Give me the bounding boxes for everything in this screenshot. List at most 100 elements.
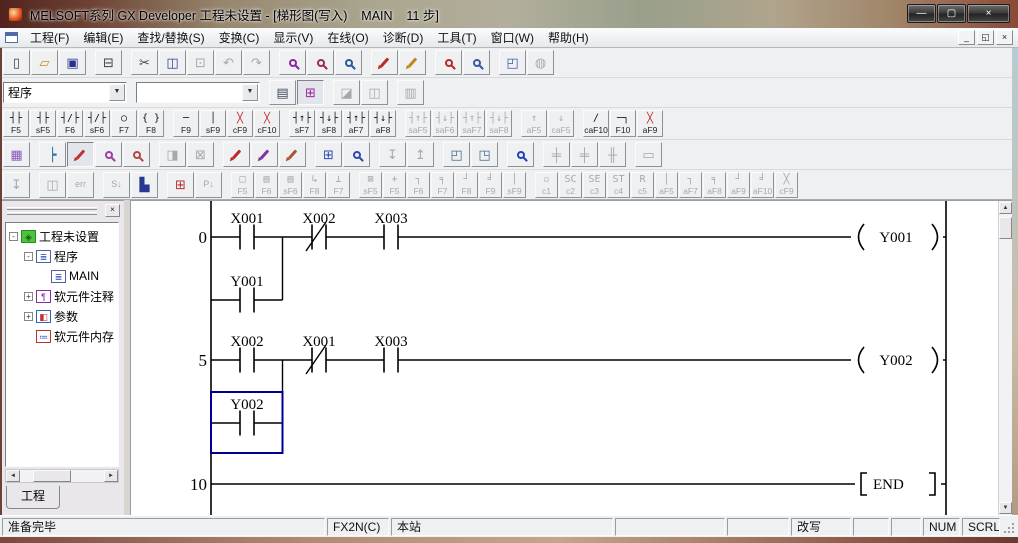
find-string-button[interactable] — [335, 50, 362, 75]
ladder-editor[interactable]: 0X001X002X003Y001Y0015X002X001X003Y002Y0… — [130, 200, 1012, 515]
zoom-button[interactable] — [463, 50, 490, 75]
application-instruction-button[interactable]: { }F8 — [138, 110, 164, 137]
open-button[interactable]: ▱ — [31, 50, 58, 75]
collapse-icon[interactable]: - — [9, 232, 18, 241]
child-minimize-button[interactable]: _ — [958, 30, 975, 45]
menu-convert[interactable]: 变换(C) — [212, 27, 267, 48]
menu-view[interactable]: 显示(V) — [266, 27, 320, 48]
delete-line-button[interactable]: ╳aF9 — [637, 110, 663, 137]
cut-button[interactable]: ✂ — [131, 50, 158, 75]
statement-write-button[interactable] — [251, 142, 278, 167]
save-button[interactable]: ▣ — [59, 50, 86, 75]
logic-test-start-button[interactable]: ▦ — [3, 142, 30, 167]
monitor-write-mode-button[interactable] — [123, 142, 150, 167]
sfc-block-button[interactable]: ▙ — [131, 172, 158, 198]
window-prev-button[interactable]: ◰ — [443, 142, 470, 167]
menu-window[interactable]: 窗口(W) — [484, 27, 541, 48]
menu-online[interactable]: 在线(O) — [320, 27, 375, 48]
title-bar[interactable]: MELSOFT系列 GX Developer 工程未设置 - [梯形图(写入) … — [0, 0, 1018, 28]
tree-horizontal-scrollbar[interactable]: ◄ ► — [5, 469, 119, 483]
project-data-list-button[interactable]: ▤ — [269, 80, 296, 105]
menu-find-replace[interactable]: 查找/替换(S) — [130, 27, 211, 48]
scroll-thumb[interactable] — [999, 217, 1012, 239]
child-restore-button[interactable]: ◱ — [977, 30, 994, 45]
find-button[interactable] — [279, 50, 306, 75]
closed-contact-button[interactable]: ┤/├F6 — [57, 110, 83, 137]
contact-X002[interactable]: X002 — [230, 334, 263, 373]
data-name-combo[interactable]: ▼ — [136, 82, 260, 103]
monitor-mode-button[interactable] — [95, 142, 122, 167]
find-device-button[interactable] — [307, 50, 334, 75]
tree-item-device-memory[interactable]: +≔软元件内存 — [6, 326, 118, 346]
write-mode-button[interactable] — [67, 142, 94, 167]
contact-X001[interactable]: X001 — [302, 334, 335, 374]
parallel-open-contact-button[interactable]: ┤├sF5 — [30, 110, 56, 137]
end-instruction[interactable]: END — [855, 473, 941, 495]
expand-icon[interactable]: + — [24, 292, 33, 301]
note-write-button[interactable] — [279, 142, 306, 167]
contact-X002[interactable]: X002 — [302, 211, 335, 251]
parallel-falling-pulse-button[interactable]: ┤↓├aF8 — [370, 110, 396, 137]
project-tree-toggle-button[interactable]: ⊞ — [297, 80, 324, 105]
read-mode-button[interactable]: ┝ — [39, 142, 66, 167]
sfc-block-list-button[interactable]: ⊞ — [167, 172, 194, 198]
open-contact-button[interactable]: ┤├F5 — [3, 110, 29, 137]
device-monitor-button[interactable] — [343, 142, 370, 167]
delete-horizontal-line-button[interactable]: ╳cF9 — [227, 110, 253, 137]
scroll-left-icon[interactable]: ◄ — [6, 470, 20, 482]
contact-Y001[interactable]: Y001 — [230, 274, 263, 313]
window-next-button[interactable]: ◳ — [471, 142, 498, 167]
combo-arrow-icon[interactable]: ▼ — [242, 84, 258, 101]
vertical-line-button[interactable]: │sF9 — [200, 110, 226, 137]
child-window-icon[interactable] — [5, 32, 18, 43]
comment-write-button[interactable] — [223, 142, 250, 167]
child-close-button[interactable]: × — [996, 30, 1013, 45]
comment-edit-button[interactable] — [371, 50, 398, 75]
new-button[interactable]: ▯ — [3, 50, 30, 75]
parallel-rising-pulse-button[interactable]: ┤↑├aF7 — [343, 110, 369, 137]
tree-item-program-folder[interactable]: -≣程序 — [6, 246, 118, 266]
menu-project[interactable]: 工程(F) — [23, 27, 76, 48]
draw-line-button[interactable]: ─┐F10 — [610, 110, 636, 137]
parallel-closed-contact-button[interactable]: ┤/├sF6 — [84, 110, 110, 137]
contact-Y002[interactable]: Y002 — [230, 397, 263, 436]
resize-grip[interactable] — [1002, 519, 1016, 535]
tree-item-parameter[interactable]: +◧参数 — [6, 306, 118, 326]
contact-X003[interactable]: X003 — [374, 334, 407, 373]
invert-result-button[interactable]: ∕caF10 — [583, 110, 609, 137]
project-tab[interactable]: 工程 — [6, 486, 60, 509]
close-button[interactable]: × — [967, 4, 1010, 23]
maximize-button[interactable]: ▢ — [937, 4, 966, 23]
window-switch-button[interactable]: ◰ — [499, 50, 526, 75]
zoom-range-button[interactable] — [435, 50, 462, 75]
tree-item-program-main[interactable]: +≣MAIN — [6, 266, 118, 286]
scroll-up-icon[interactable]: ▲ — [999, 202, 1012, 214]
contact-X003[interactable]: X003 — [374, 211, 407, 250]
coil-Y001[interactable]: Y001 — [851, 224, 943, 250]
tree-item-device-comment[interactable]: +¶软元件注释 — [6, 286, 118, 306]
copy-button[interactable]: ◫ — [159, 50, 186, 75]
falling-pulse-button[interactable]: ┤↓├sF8 — [316, 110, 342, 137]
minimize-button[interactable]: — — [907, 4, 936, 23]
panel-close-button[interactable]: × — [105, 204, 120, 217]
coil-button[interactable]: ○F7 — [111, 110, 137, 137]
time-monitor-button[interactable] — [507, 142, 534, 167]
print-button[interactable]: ⊟ — [95, 50, 122, 75]
scroll-thumb[interactable] — [33, 470, 71, 482]
menu-help[interactable]: 帮助(H) — [541, 27, 596, 48]
collapse-icon[interactable]: - — [24, 252, 33, 261]
combo-arrow-icon[interactable]: ▼ — [109, 84, 125, 101]
expand-icon[interactable]: + — [24, 312, 33, 321]
rising-pulse-button[interactable]: ┤↑├sF7 — [289, 110, 315, 137]
contact-X001[interactable]: X001 — [230, 211, 263, 250]
panel-grip[interactable] — [7, 207, 97, 210]
menu-tools[interactable]: 工具(T) — [430, 27, 483, 48]
data-type-combo[interactable]: 程序 ▼ — [3, 82, 127, 103]
scroll-down-icon[interactable]: ▼ — [999, 502, 1012, 514]
scroll-right-icon[interactable]: ► — [104, 470, 118, 482]
menu-diagnostics[interactable]: 诊断(D) — [376, 27, 431, 48]
menu-edit[interactable]: 编辑(E) — [76, 27, 130, 48]
delete-vertical-line-button[interactable]: ╳cF10 — [254, 110, 280, 137]
horizontal-line-button[interactable]: ─F9 — [173, 110, 199, 137]
test-edit-button[interactable] — [399, 50, 426, 75]
